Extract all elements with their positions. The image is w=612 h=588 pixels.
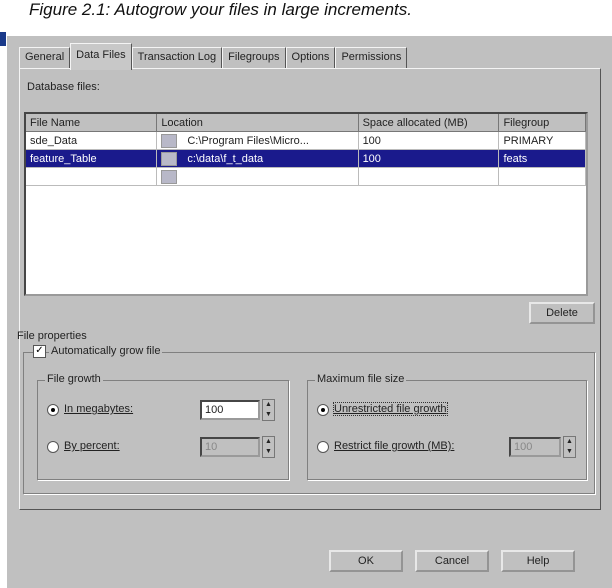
by-percent-radio[interactable]: [47, 441, 59, 453]
column-header-filegroup[interactable]: Filegroup: [498, 114, 586, 132]
help-button[interactable]: Help: [501, 550, 575, 572]
cell-file-name[interactable]: feature_Table: [26, 149, 158, 168]
mb-growth-input[interactable]: 100: [200, 400, 260, 420]
file-growth-group: [37, 380, 289, 480]
tab-transaction-log[interactable]: Transaction Log: [131, 47, 223, 68]
file-growth-title: File growth: [45, 373, 103, 385]
restrict-growth-label: Restrict file growth (MB):: [334, 440, 455, 452]
database-files-label: Database files:: [27, 81, 100, 93]
table-row[interactable]: sde_Data C:\Program Files\Micro... 100 P…: [26, 131, 586, 150]
location-text: C:\Program Files\Micro...: [187, 134, 309, 147]
cell-location[interactable]: C:\Program Files\Micro...: [156, 131, 359, 150]
unrestricted-growth-radio[interactable]: [317, 404, 329, 416]
cell-file-name[interactable]: sde_Data: [26, 131, 158, 150]
table-row[interactable]: feature_Table c:\data\f_t_data 100 feats: [26, 149, 586, 168]
autogrow-label: Automatically grow file: [49, 345, 163, 357]
column-header-location[interactable]: Location: [156, 114, 359, 132]
column-header-file-name[interactable]: File Name: [26, 114, 158, 132]
mb-growth-spinner[interactable]: ▲ ▼: [262, 399, 275, 421]
tab-permissions[interactable]: Permissions: [335, 47, 408, 68]
grid-header-row: File Name Location Space allocated (MB) …: [26, 114, 586, 132]
tab-general[interactable]: General: [19, 47, 71, 68]
cell-filegroup[interactable]: [498, 167, 586, 186]
tab-filegroups[interactable]: Filegroups: [222, 47, 286, 68]
autogrow-checkbox[interactable]: ✓: [33, 345, 46, 358]
max-size-title: Maximum file size: [315, 373, 407, 385]
location-text: c:\data\f_t_data: [187, 152, 264, 165]
cell-space-allocated[interactable]: 100: [358, 149, 500, 168]
file-properties-label: File properties: [17, 330, 87, 342]
percent-growth-input[interactable]: 10: [200, 437, 260, 457]
max-size-group: [307, 380, 587, 480]
percent-growth-spinner[interactable]: ▲ ▼: [262, 436, 275, 458]
tab-data-files[interactable]: Data Files: [70, 43, 132, 70]
restrict-growth-radio[interactable]: [317, 441, 329, 453]
browse-icon[interactable]: [161, 151, 178, 166]
delete-button[interactable]: Delete: [529, 302, 595, 324]
column-header-space-allocated[interactable]: Space allocated (MB): [358, 114, 500, 132]
browse-icon[interactable]: [161, 133, 178, 148]
table-row[interactable]: [26, 167, 586, 186]
browse-icon[interactable]: [161, 169, 178, 184]
cell-filegroup[interactable]: PRIMARY: [498, 131, 586, 150]
cell-location[interactable]: c:\data\f_t_data: [156, 149, 359, 168]
cell-location[interactable]: [156, 167, 359, 186]
restrict-growth-input[interactable]: 100: [509, 437, 561, 457]
restrict-growth-spinner[interactable]: ▲ ▼: [563, 436, 576, 458]
cell-filegroup[interactable]: feats: [498, 149, 586, 168]
tab-options[interactable]: Options: [285, 47, 336, 68]
database-files-grid[interactable]: File Name Location Space allocated (MB) …: [24, 112, 588, 296]
cell-space-allocated[interactable]: 100: [358, 131, 500, 150]
ok-button[interactable]: OK: [329, 550, 403, 572]
figure-caption: Figure 2.1: Autogrow your files in large…: [29, 0, 412, 19]
in-megabytes-radio[interactable]: [47, 404, 59, 416]
unrestricted-growth-label: Unrestricted file growth: [333, 402, 448, 416]
app-icon: [0, 32, 6, 46]
cell-file-name[interactable]: [26, 167, 158, 186]
tab-strip: General Data Files Transaction Log Fileg…: [19, 43, 408, 70]
cancel-button[interactable]: Cancel: [415, 550, 489, 572]
by-percent-label: By percent:: [64, 440, 120, 452]
in-megabytes-label: In megabytes:: [64, 403, 134, 415]
database-properties-dialog: General Data Files Transaction Log Fileg…: [7, 36, 612, 588]
cell-space-allocated[interactable]: [358, 167, 500, 186]
